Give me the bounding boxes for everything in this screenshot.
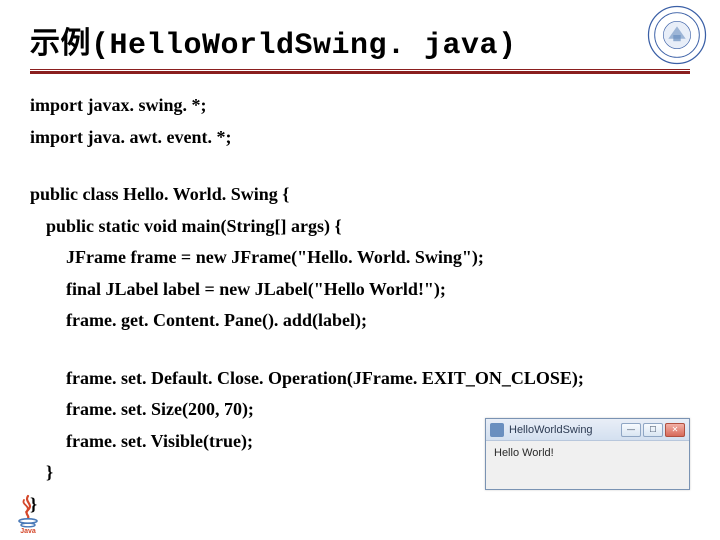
university-seal-logo (646, 4, 708, 66)
close-button[interactable]: ✕ (665, 423, 685, 437)
code-line: frame. get. Content. Pane(). add(label); (30, 305, 690, 337)
window-control-buttons: — ☐ ✕ (621, 423, 685, 437)
title-filename-part: (HelloWorldSwing. java) (91, 29, 517, 63)
mini-window-title: HelloWorldSwing (509, 424, 621, 436)
code-line: import javax. swing. *; (30, 90, 690, 122)
mini-window-body: Hello World! (486, 441, 689, 489)
code-line: public class Hello. World. Swing { (30, 179, 690, 211)
maximize-button[interactable]: ☐ (643, 423, 663, 437)
java-app-icon (490, 423, 504, 437)
svg-text:Java: Java (20, 528, 36, 534)
code-line: public static void main(String[] args) { (30, 211, 690, 243)
minimize-button[interactable]: — (621, 423, 641, 437)
code-line: import java. awt. event. *; (30, 122, 690, 154)
java-logo-icon: Java (10, 492, 46, 534)
mini-window-titlebar: HelloWorldSwing — ☐ ✕ (486, 419, 689, 441)
slide-title: 示例(HelloWorldSwing. java) (30, 18, 720, 63)
code-line: } (30, 489, 690, 521)
code-line: final JLabel label = new JLabel("Hello W… (30, 274, 690, 306)
swing-output-window: HelloWorldSwing — ☐ ✕ Hello World! (485, 418, 690, 490)
slide-header: 示例(HelloWorldSwing. java) (0, 0, 720, 63)
code-line: JFrame frame = new JFrame("Hello. World.… (30, 242, 690, 274)
code-line: frame. set. Default. Close. Operation(JF… (30, 363, 690, 395)
title-cjk-part: 示例 (30, 27, 91, 60)
